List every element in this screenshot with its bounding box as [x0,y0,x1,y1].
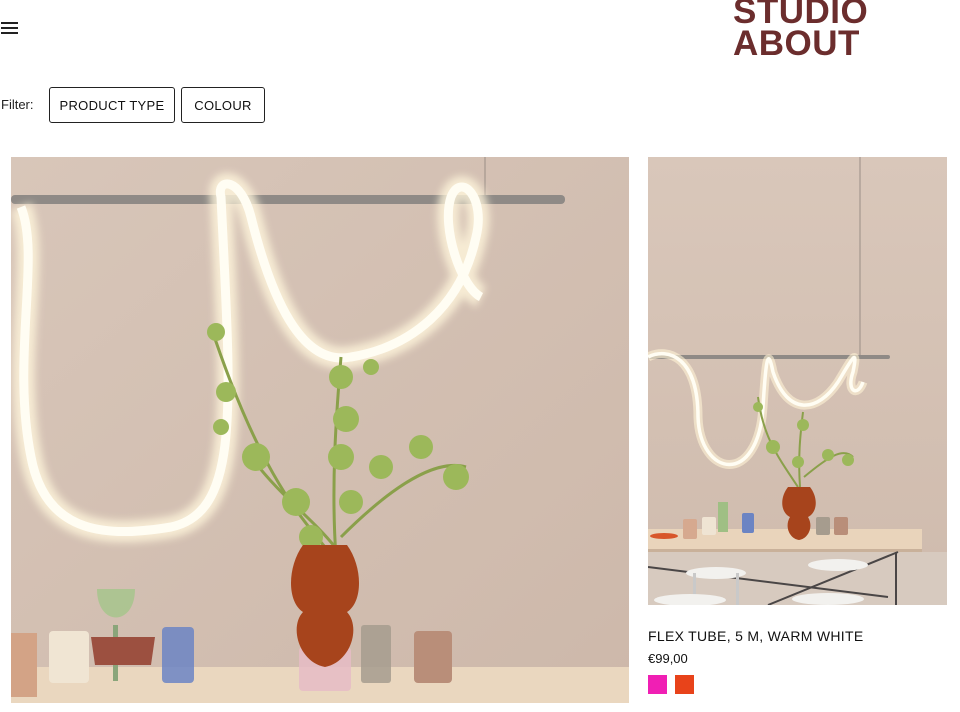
brand-logo[interactable]: STUDIO ABOUT [733,0,868,63]
swatch-pink[interactable] [648,675,667,694]
swatch-orange[interactable] [675,675,694,694]
product-type-filter-button[interactable]: PRODUCT TYPE [49,87,175,123]
product-image-large[interactable] [11,157,629,703]
colour-swatches [648,675,694,694]
logo-line-about: ABOUT [733,24,860,63]
colour-filter-button[interactable]: COLOUR [181,87,265,123]
product-image-small[interactable] [648,157,947,605]
product-title[interactable]: FLEX TUBE, 5 M, WARM WHITE [648,628,863,644]
filter-label: Filter: [1,97,34,112]
product-price: €99,00 [648,651,688,666]
hamburger-menu-icon[interactable] [1,22,19,36]
